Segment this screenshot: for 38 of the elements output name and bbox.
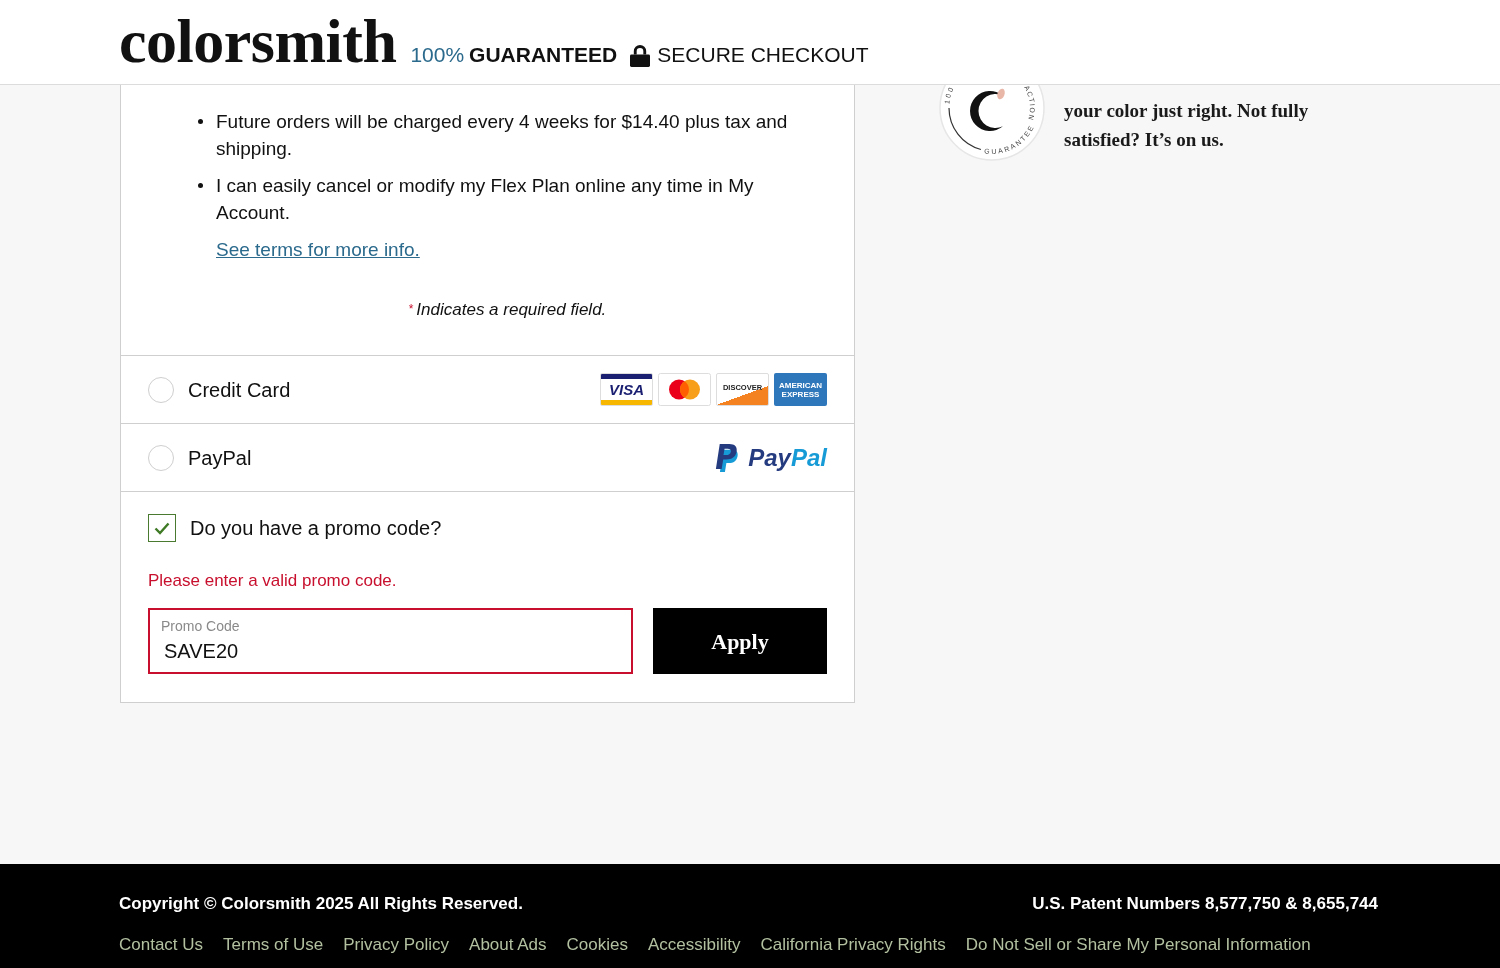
footer-link[interactable]: Contact Us: [119, 935, 204, 955]
payment-method-label[interactable]: PayPal: [188, 442, 252, 473]
amex-card-logo: AMERICAN EXPRESS: [774, 373, 827, 406]
payment-method-label[interactable]: Credit Card: [188, 374, 291, 405]
copyright-text: Copyright © Colorsmith 2025 All Rights Reserved.: [119, 894, 523, 914]
footer-link[interactable]: California Privacy Rights: [760, 935, 946, 955]
required-mark: *: [408, 302, 414, 316]
bullet-icon: [198, 183, 203, 188]
guarantee-percent: 100%: [410, 42, 465, 68]
logo[interactable]: colorsmith: [119, 10, 397, 72]
term-text: Future orders will be charged every 4 weeks for $14.40 plus tax and shipping.: [216, 110, 789, 161]
footer-link[interactable]: Do Not Sell or Share My Personal Information: [965, 935, 1311, 955]
promo-question: Do you have a promo code?: [190, 516, 442, 541]
secure-checkout-label: SECURE CHECKOUT: [657, 42, 869, 68]
apply-button[interactable]: Apply: [653, 608, 827, 674]
promo-code-field[interactable]: Promo Code SAVE20: [148, 608, 633, 674]
two-circles-card-icon: [658, 373, 711, 406]
p-mark-icon: [713, 442, 740, 473]
required-note: Indicates a required field.: [416, 300, 607, 319]
paypal-wordmark: PayPal: [748, 445, 827, 470]
checkmark-icon: [154, 521, 170, 535]
footer-link[interactable]: Accessibility: [648, 935, 741, 955]
field-value: SAVE20: [163, 639, 240, 664]
footer-link[interactable]: About Ads: [469, 935, 547, 955]
footer-link[interactable]: Terms of Use: [223, 935, 324, 955]
error-message: Please enter a valid promo code.: [148, 571, 398, 591]
footer-link[interactable]: Privacy Policy: [343, 935, 450, 955]
field-label: Promo Code: [161, 618, 241, 635]
bullet-icon: [198, 119, 203, 124]
guarantee-label: GUARANTEED: [469, 42, 618, 68]
guarantee-text: your color just right. Not fully satisfied? It’s on us.: [1064, 99, 1310, 152]
term-text: I can easily cancel or modify my Flex Plan online any time in My Account.: [216, 174, 755, 225]
patent-text: U.S. Patent Numbers 8,577,750 & 8,655,744: [1032, 894, 1378, 914]
checkbox[interactable]: [148, 514, 176, 542]
footer-link[interactable]: Cookies: [566, 935, 628, 955]
lock-icon: [630, 45, 651, 67]
visa-card-logo: VISA: [600, 373, 653, 406]
terms-link[interactable]: See terms for more info.: [216, 239, 420, 260]
